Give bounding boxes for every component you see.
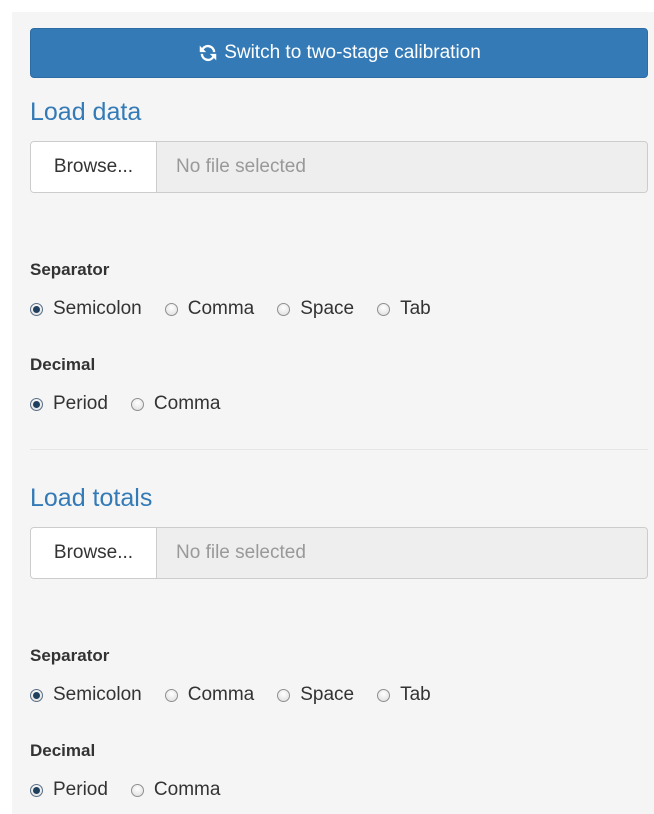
radio-label: Space bbox=[300, 298, 354, 320]
radio-label: Comma bbox=[188, 298, 255, 320]
load-totals-separator-comma[interactable]: Comma bbox=[165, 684, 255, 706]
load-data-browse-button[interactable]: Browse... bbox=[31, 142, 157, 192]
load-totals-decimal-period[interactable]: Period bbox=[30, 779, 108, 801]
radio-unchecked-icon[interactable] bbox=[377, 303, 390, 316]
radio-unchecked-icon[interactable] bbox=[165, 689, 178, 702]
load-data-title: Load data bbox=[30, 97, 141, 127]
radio-label: Semicolon bbox=[53, 298, 142, 320]
radio-label: Period bbox=[53, 779, 108, 801]
load-data-decimal-period[interactable]: Period bbox=[30, 393, 108, 415]
switch-calibration-button[interactable]: Switch to two-stage calibration bbox=[30, 28, 648, 78]
radio-label: Semicolon bbox=[53, 684, 142, 706]
load-data-separator-semicolon[interactable]: Semicolon bbox=[30, 298, 142, 320]
section-divider bbox=[30, 449, 648, 450]
radio-label: Tab bbox=[400, 684, 431, 706]
sidebar-panel: Switch to two-stage calibration Load dat… bbox=[12, 12, 654, 814]
load-data-decimal-comma[interactable]: Comma bbox=[131, 393, 221, 415]
load-totals-separator-semicolon[interactable]: Semicolon bbox=[30, 684, 142, 706]
radio-checked-icon[interactable] bbox=[30, 784, 43, 797]
load-data-separator-space[interactable]: Space bbox=[277, 298, 354, 320]
radio-unchecked-icon[interactable] bbox=[131, 398, 144, 411]
load-totals-decimal-comma[interactable]: Comma bbox=[131, 779, 221, 801]
radio-label: Comma bbox=[154, 779, 221, 801]
load-data-file-input[interactable]: Browse... No file selected bbox=[30, 141, 648, 193]
radio-label: Tab bbox=[400, 298, 431, 320]
load-data-separator-tab[interactable]: Tab bbox=[377, 298, 431, 320]
radio-label: Space bbox=[300, 684, 354, 706]
load-data-decimal-group: Period Comma bbox=[30, 393, 243, 415]
load-totals-file-name: No file selected bbox=[157, 528, 647, 578]
load-totals-decimal-label: Decimal bbox=[30, 741, 95, 761]
radio-label: Comma bbox=[188, 684, 255, 706]
radio-checked-icon[interactable] bbox=[30, 303, 43, 316]
load-data-separator-comma[interactable]: Comma bbox=[165, 298, 255, 320]
radio-label: Comma bbox=[154, 393, 221, 415]
radio-checked-icon[interactable] bbox=[30, 689, 43, 702]
load-totals-separator-label: Separator bbox=[30, 646, 109, 666]
load-data-file-name: No file selected bbox=[157, 142, 647, 192]
load-data-decimal-label: Decimal bbox=[30, 355, 95, 375]
load-data-separator-label: Separator bbox=[30, 260, 109, 280]
radio-unchecked-icon[interactable] bbox=[277, 689, 290, 702]
radio-checked-icon[interactable] bbox=[30, 398, 43, 411]
refresh-icon bbox=[197, 42, 219, 64]
radio-unchecked-icon[interactable] bbox=[377, 689, 390, 702]
load-totals-title: Load totals bbox=[30, 483, 152, 513]
radio-unchecked-icon[interactable] bbox=[131, 784, 144, 797]
switch-calibration-label: Switch to two-stage calibration bbox=[224, 42, 481, 64]
load-data-separator-group: Semicolon Comma Space Tab bbox=[30, 298, 454, 320]
load-totals-file-input[interactable]: Browse... No file selected bbox=[30, 527, 648, 579]
load-totals-separator-group: Semicolon Comma Space Tab bbox=[30, 684, 454, 706]
load-totals-separator-tab[interactable]: Tab bbox=[377, 684, 431, 706]
load-totals-browse-button[interactable]: Browse... bbox=[31, 528, 157, 578]
load-totals-separator-space[interactable]: Space bbox=[277, 684, 354, 706]
radio-label: Period bbox=[53, 393, 108, 415]
radio-unchecked-icon[interactable] bbox=[277, 303, 290, 316]
load-totals-decimal-group: Period Comma bbox=[30, 779, 243, 801]
radio-unchecked-icon[interactable] bbox=[165, 303, 178, 316]
